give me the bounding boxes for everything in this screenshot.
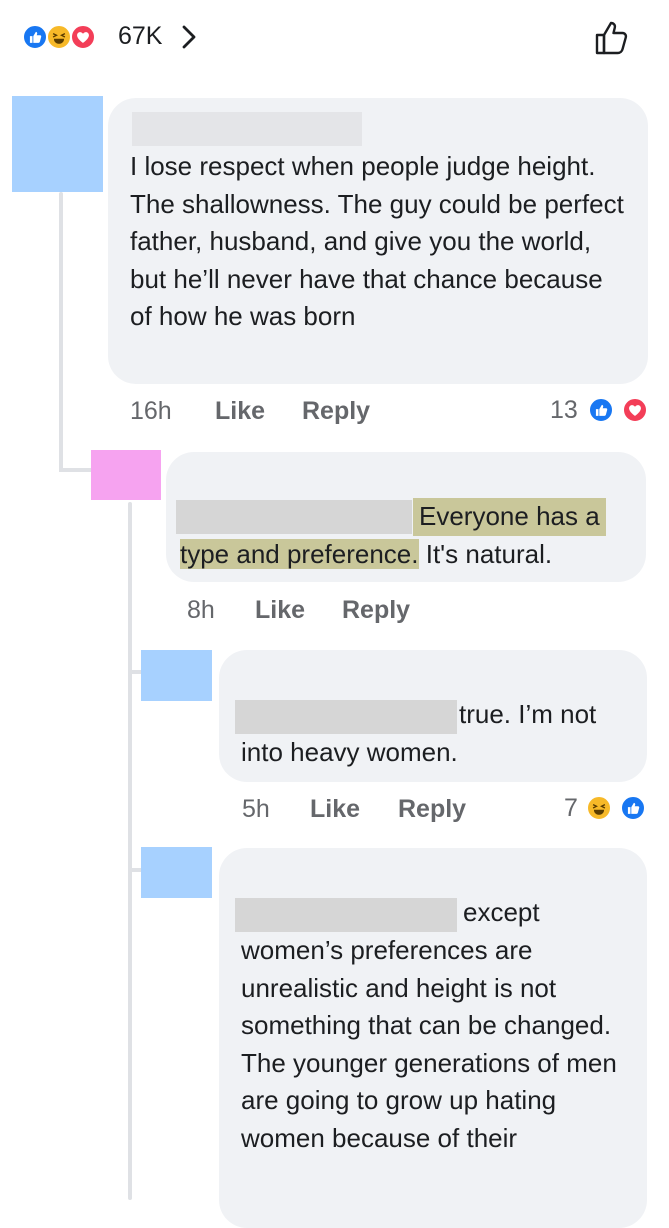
comment-reaction-count[interactable]: 13 [550, 396, 578, 425]
comment-bubble: I lose respect when people judge height.… [108, 98, 648, 384]
comment-text: I lose respect when people judge height.… [130, 151, 624, 331]
haha-icon [46, 24, 72, 50]
comment-text-highlight: Everyone has a [413, 498, 606, 536]
avatar[interactable] [91, 450, 161, 500]
comment-text: type and preference. It's natural. [180, 539, 553, 569]
comment-text: into heavy women. [241, 737, 458, 767]
commenter-name-redacted[interactable] [235, 898, 457, 932]
reaction-count[interactable]: 67K [118, 22, 162, 51]
like-icon [588, 397, 614, 423]
thread-line [59, 468, 91, 472]
comment-time[interactable]: 16h [130, 397, 172, 426]
like-button-icon[interactable] [592, 18, 632, 58]
reply-link[interactable]: Reply [398, 795, 466, 824]
thread-line [128, 502, 132, 1200]
comment-reaction-count[interactable]: 7 [564, 794, 578, 823]
like-link[interactable]: Like [255, 596, 305, 625]
comment-bubble: except women’s preferences are unrealist… [219, 848, 647, 1228]
comment-bubble: true. I’m not into heavy women. [219, 650, 647, 782]
comment-text: true. I’m not [459, 699, 597, 729]
comment-text: women’s preferences are unrealistic and … [241, 935, 617, 1153]
comment-time[interactable]: 5h [242, 795, 270, 824]
haha-icon [586, 795, 612, 821]
comment-time[interactable]: 8h [187, 596, 215, 625]
reactions-bar[interactable]: 67K [0, 0, 669, 80]
like-link[interactable]: Like [215, 397, 265, 426]
thread-line [128, 670, 142, 674]
avatar[interactable] [141, 650, 212, 701]
like-link[interactable]: Like [310, 795, 360, 824]
like-icon [620, 795, 646, 821]
reply-link[interactable]: Reply [302, 397, 370, 426]
love-icon [70, 24, 96, 50]
avatar[interactable] [141, 847, 212, 898]
comment-bubble: Everyone has a type and preference. It's… [166, 452, 646, 582]
avatar[interactable] [12, 96, 103, 192]
thread-line [128, 868, 142, 872]
reply-link[interactable]: Reply [342, 596, 410, 625]
chevron-right-icon[interactable] [178, 24, 200, 50]
commenter-name-redacted[interactable] [176, 500, 412, 534]
comment-text: except [463, 897, 540, 927]
love-icon [622, 397, 648, 423]
like-icon [22, 24, 48, 50]
thread-line [59, 192, 63, 472]
commenter-name-redacted[interactable] [235, 700, 457, 734]
commenter-name-redacted[interactable] [132, 112, 362, 146]
